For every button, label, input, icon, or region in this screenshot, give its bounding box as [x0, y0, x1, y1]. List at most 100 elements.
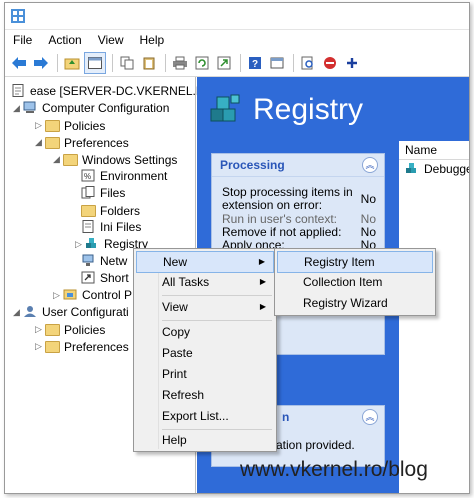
- processing-label-line2: extension on error:: [222, 198, 323, 212]
- menu-item-new[interactable]: New ▶: [136, 251, 274, 273]
- expand-arrow-icon[interactable]: ▷: [35, 338, 45, 355]
- tree-shortcuts[interactable]: Short: [81, 270, 129, 287]
- menu-file[interactable]: File: [13, 33, 32, 47]
- arrow-left-icon: [12, 57, 26, 69]
- tree-environment-label: Environment: [100, 169, 168, 183]
- expand-arrow-icon[interactable]: ▷: [35, 117, 45, 134]
- tree-preferences[interactable]: ◢ Preferences: [35, 134, 129, 151]
- refresh-icon: [195, 56, 209, 70]
- expand-arrow-icon[interactable]: ▷: [75, 236, 85, 253]
- items-list: Name Debugge: [399, 141, 469, 493]
- up-folder-button[interactable]: [62, 53, 82, 73]
- tree-preferences-label: Preferences: [64, 136, 129, 150]
- export-list-button[interactable]: [214, 53, 234, 73]
- menu-item-new-label: New: [163, 255, 188, 269]
- collapse-chevron-icon[interactable]: ︽: [362, 409, 378, 425]
- computer-icon: [23, 101, 36, 113]
- submenu-item-collection-item-label: Collection Item: [303, 275, 383, 289]
- menu-help[interactable]: Help: [140, 33, 165, 47]
- folder-icon: [45, 341, 60, 353]
- search-button[interactable]: [298, 53, 318, 73]
- submenu-item-registry-item[interactable]: Registry Item: [277, 251, 433, 273]
- menu-view[interactable]: View: [98, 33, 124, 47]
- print-button[interactable]: [170, 53, 190, 73]
- refresh-button[interactable]: [192, 53, 212, 73]
- tree-environment[interactable]: % Environment: [81, 168, 167, 185]
- menu-item-paste[interactable]: Paste: [136, 343, 274, 363]
- tree-user-policies[interactable]: ▷ Policies: [35, 321, 105, 338]
- menu-item-all-tasks-label: All Tasks: [162, 275, 210, 289]
- menu-item-refresh-label: Refresh: [162, 388, 205, 402]
- registry-cubes-icon: [210, 94, 240, 122]
- tree-policies[interactable]: ▷ Policies: [35, 117, 105, 134]
- collapse-arrow-icon[interactable]: ◢: [13, 304, 23, 321]
- context-menu: New ▶ All Tasks ▶ View ▶ Copy Paste Print R…: [133, 248, 277, 452]
- expand-arrow-icon[interactable]: ▷: [35, 321, 45, 338]
- folder-icon: [63, 154, 78, 166]
- processing-row-remove: Remove if not applied: No: [222, 226, 382, 238]
- expand-arrow-icon[interactable]: ▷: [53, 287, 63, 304]
- processing-value: No: [360, 192, 376, 206]
- processing-row-stop: Stop processing items in extension on er…: [222, 186, 382, 211]
- tree-computer-config-label: Computer Configuration: [42, 101, 170, 115]
- tree-ini-files[interactable]: Ini Files: [81, 219, 141, 236]
- collapse-arrow-icon[interactable]: ◢: [13, 100, 23, 117]
- tree-user-preferences[interactable]: ▷ Preferences: [35, 338, 129, 355]
- add-button[interactable]: [342, 53, 362, 73]
- help-icon: ?: [249, 57, 261, 70]
- tree-user-config-label: User Configurati: [42, 305, 129, 319]
- menu-item-export-list[interactable]: Export List...: [136, 406, 274, 426]
- menu-item-view[interactable]: View ▶: [136, 297, 274, 317]
- tree-computer-config[interactable]: ◢ Computer Configuration: [13, 100, 169, 117]
- toolbar-divider: [240, 54, 241, 72]
- tree-folders-label: Folders: [100, 204, 141, 218]
- tree-folders[interactable]: Folders: [81, 202, 140, 219]
- toolbar-divider: [112, 54, 113, 72]
- list-item[interactable]: Debugge: [399, 160, 469, 178]
- back-button[interactable]: [9, 53, 29, 73]
- console-tree-icon: [88, 57, 102, 69]
- menu-item-copy[interactable]: Copy: [136, 322, 274, 342]
- collapse-arrow-icon[interactable]: ◢: [35, 134, 45, 151]
- window-icon: [270, 57, 284, 69]
- menu-item-paste-label: Paste: [162, 346, 193, 360]
- menu-item-refresh[interactable]: Refresh: [136, 385, 274, 405]
- gpo-document-icon: [12, 84, 24, 97]
- menu-item-help-label: Help: [162, 433, 187, 447]
- stop-button[interactable]: [320, 53, 340, 73]
- menu-item-print[interactable]: Print: [136, 364, 274, 384]
- tree-ini-files-label: Ini Files: [100, 220, 142, 234]
- tree-files[interactable]: Files: [81, 185, 125, 202]
- menu-action[interactable]: Action: [48, 33, 81, 47]
- processing-label: Run in user's context:: [222, 212, 338, 226]
- help-button[interactable]: ?: [245, 53, 265, 73]
- toolbar-divider: [165, 54, 166, 72]
- user-icon: [24, 306, 36, 317]
- tree-windows-settings[interactable]: ◢ Windows Settings: [53, 151, 177, 168]
- collapse-chevron-icon[interactable]: ︽: [362, 157, 378, 173]
- ini-file-icon: [82, 220, 94, 233]
- tree-user-preferences-label: Preferences: [64, 340, 129, 354]
- collapse-arrow-icon[interactable]: ◢: [53, 151, 63, 168]
- show-hide-tree-button[interactable]: [84, 52, 106, 74]
- new-submenu: Registry Item Collection Item Registry W…: [274, 248, 436, 316]
- arrow-right-icon: [34, 57, 48, 69]
- column-header-name[interactable]: Name: [399, 141, 469, 160]
- properties-button[interactable]: [267, 53, 287, 73]
- submenu-item-collection-item[interactable]: Collection Item: [277, 272, 433, 292]
- tree-root[interactable]: ease [SERVER-DC.VKERNEL.LOC: [11, 83, 221, 100]
- submenu-item-registry-wizard[interactable]: Registry Wizard: [277, 293, 433, 313]
- list-item-label: Debugge: [424, 162, 470, 176]
- menu-item-all-tasks[interactable]: All Tasks ▶: [136, 272, 274, 292]
- tree-control-panel[interactable]: ▷ Control P: [53, 287, 132, 304]
- tree-network-shares[interactable]: Netw: [81, 253, 127, 270]
- plus-icon: [347, 58, 357, 68]
- paste-button[interactable]: [139, 53, 159, 73]
- copy-button[interactable]: [117, 53, 137, 73]
- tree-user-config[interactable]: ◢ User Configurati: [13, 304, 129, 321]
- title-bar: [5, 3, 469, 30]
- folder-icon: [45, 324, 60, 336]
- menu-item-help[interactable]: Help: [136, 430, 274, 450]
- forward-button[interactable]: [31, 53, 51, 73]
- tree-policies-label: Policies: [64, 119, 106, 133]
